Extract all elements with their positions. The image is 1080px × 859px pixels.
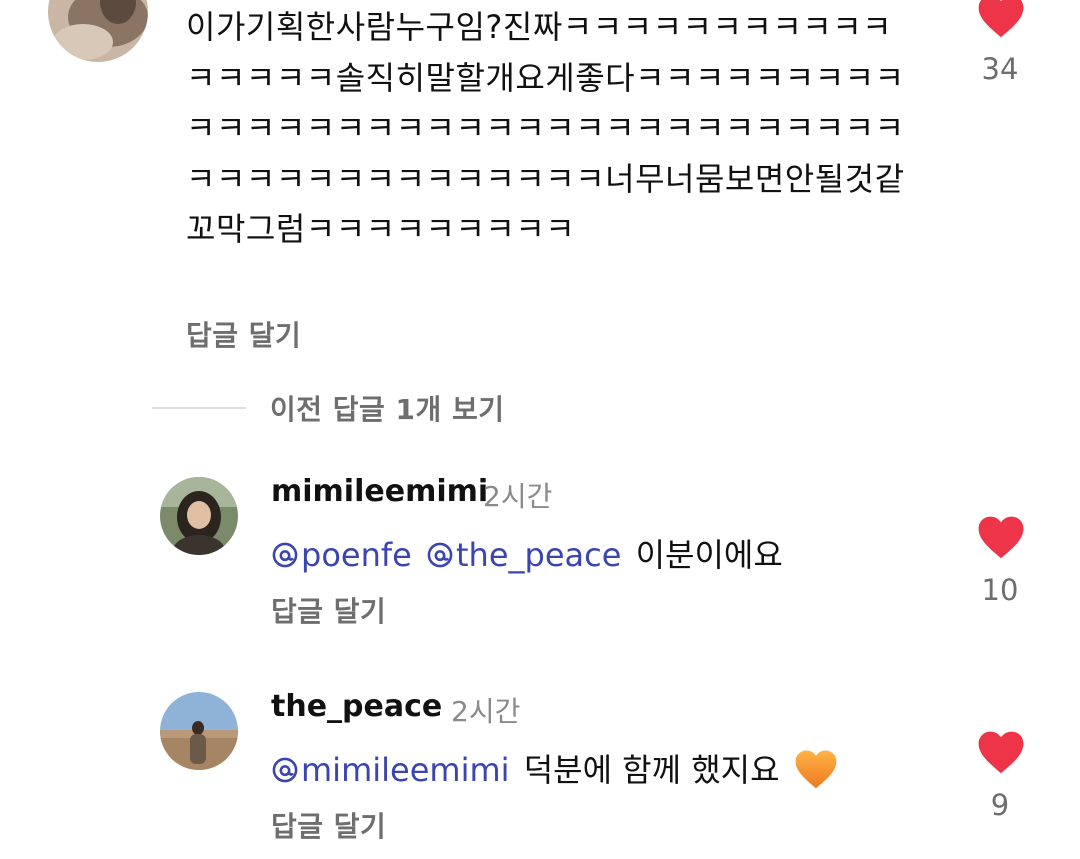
reply-text-line: mimileemimi 덕분에 함께 했지요 [271, 745, 838, 791]
mention-link[interactable]: mimileemimi [271, 751, 510, 789]
comment-text: 이가기획한사람누구임?진짜ㅋㅋㅋㅋㅋㅋㅋㅋㅋㅋㅋㅋㅋㅋㅋㅋ솔직히말할개요게좋다ㅋ… [186, 8, 905, 248]
threads-mention-icon [271, 756, 299, 784]
username[interactable]: mimileemimi [271, 474, 488, 509]
username[interactable]: the_peace [271, 689, 442, 724]
reply-button[interactable]: 답글 달기 [271, 805, 386, 845]
like-heart-icon[interactable] [977, 515, 1025, 559]
view-previous-replies-button[interactable]: 이전 답글 1개 보기 [270, 388, 505, 428]
mention-username: mimileemimi [301, 751, 510, 789]
reply-button[interactable]: 답글 달기 [186, 314, 301, 354]
mention-username: the_peace [455, 536, 622, 574]
timestamp: 2시간 [483, 480, 553, 513]
like-heart-icon[interactable] [977, 0, 1025, 38]
like-heart-icon[interactable] [977, 730, 1025, 774]
reply-button[interactable]: 답글 달기 [271, 590, 386, 630]
threads-mention-icon [426, 541, 454, 569]
like-count: 10 [981, 573, 1019, 607]
reply-text-line: poenfe the_peace 이분이에요 [271, 530, 783, 576]
reply-text: 이분이에요 [635, 536, 783, 574]
mention-username: poenfe [301, 536, 412, 574]
threads-mention-icon [271, 541, 299, 569]
orange-heart-emoji-icon [794, 749, 838, 789]
mention-link[interactable]: the_peace [426, 536, 621, 574]
mention-link[interactable]: poenfe [271, 536, 412, 574]
like-count: 9 [990, 788, 1010, 822]
reply-text: 덕분에 함께 했지요 [523, 751, 780, 789]
like-count: 34 [981, 52, 1019, 86]
avatar[interactable] [48, 0, 148, 62]
avatar[interactable] [160, 477, 238, 555]
divider [152, 407, 246, 409]
timestamp: 2시간 [451, 695, 521, 728]
avatar[interactable] [160, 692, 238, 770]
